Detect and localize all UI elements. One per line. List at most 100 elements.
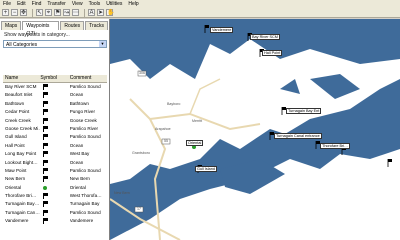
waypoint-comment: West Bay [69, 151, 90, 157]
column-name[interactable]: Name [3, 75, 40, 82]
table-row[interactable]: Turnagain Bay… Turnagain Bay [3, 200, 107, 208]
column-comment[interactable]: Comment [70, 75, 107, 82]
table-row[interactable]: Bay River SCM Pamlico Sound [3, 83, 107, 91]
menu-utilities[interactable]: Utilities [103, 1, 125, 7]
table-row[interactable]: Bathtown Bathtown [3, 100, 107, 108]
water-body [110, 79, 400, 240]
table-row[interactable]: Beaufort Inlet Ocean [3, 91, 107, 99]
menu-bar: File Edit Find Transfer View Tools Utili… [0, 0, 400, 8]
waypoint-comment: Pamlico Sound [69, 209, 101, 215]
map-waypoint-label[interactable]: Gull Island [195, 166, 217, 172]
waypoints-panel: Maps Waypoints (17) Routes Tracks Show w… [0, 19, 110, 240]
waypoint-symbol [40, 117, 69, 125]
toolbar-separator [84, 8, 85, 17]
waypoint-name: Hall Point [5, 142, 25, 148]
water-body [280, 79, 300, 94]
measure-icon[interactable]: ⌖ [45, 9, 52, 16]
menu-tools[interactable]: Tools [86, 1, 104, 7]
toolbar: + − ✥ ↖ ⌖ ⚑ ↝ ⋯ A ➤ ✋ [0, 8, 400, 18]
waypoint-icon[interactable]: ⚑ [54, 9, 61, 16]
waypoint-comment: Pamlico Sound [69, 84, 101, 89]
pointer-icon[interactable]: ➤ [97, 9, 104, 16]
waypoint-symbol [40, 133, 69, 141]
waypoint-name: Gull Island [5, 134, 27, 140]
flag-icon [43, 134, 49, 141]
tab-routes[interactable]: Routes [60, 21, 85, 30]
route-shield-label: 306 [139, 71, 145, 75]
table-row[interactable]: Gull Island Pamlico Sound [3, 133, 107, 141]
waypoint-name: Thorofare Bri… [5, 193, 37, 199]
map-waypoint-label[interactable]: Vandemere [210, 27, 234, 33]
track-icon[interactable]: ⋯ [72, 9, 79, 16]
menu-transfer[interactable]: Transfer [44, 1, 68, 7]
column-symbol[interactable]: Symbol [40, 75, 69, 82]
map-view[interactable]: Bay River SCM Vandemere Hall Point Turna… [110, 19, 400, 240]
zoom-in-icon[interactable]: + [2, 9, 9, 16]
waypoint-symbol [40, 100, 69, 108]
text-icon[interactable]: A [88, 9, 95, 16]
waypoint-comment: New Bern [69, 176, 90, 182]
waypoint-symbol [40, 175, 69, 183]
map-waypoint-label[interactable]: Oriental [186, 140, 204, 146]
town-label: New Bern [114, 191, 130, 195]
waypoint-comment: Turnagain Bay [69, 201, 100, 207]
waypoint-symbol [40, 91, 69, 99]
waypoint-symbol [40, 167, 69, 175]
map-waypoint-label[interactable]: Bay River SCM [250, 34, 280, 40]
tab-tracks[interactable]: Tracks [85, 21, 108, 30]
table-row[interactable]: Vandemere Vandemere [3, 217, 107, 225]
map-waypoint-label[interactable]: Hall Point [262, 50, 283, 56]
menu-help[interactable]: Help [125, 1, 141, 7]
table-row[interactable]: Long Bay Point West Bay [3, 150, 107, 158]
map-canvas[interactable] [110, 19, 400, 240]
table-row[interactable]: Oriental Oriental [3, 184, 107, 192]
route-shield-label: 17 [137, 207, 141, 211]
tab-maps[interactable]: Maps [1, 21, 22, 30]
flag-icon [43, 151, 49, 158]
tab-waypoints[interactable]: Waypoints (17) [22, 21, 60, 37]
road [189, 78, 221, 115]
table-row[interactable]: New Bern New Bern [3, 175, 107, 183]
map-waypoint-label[interactable]: Turnagain Canal entrance [274, 133, 322, 139]
waypoint-name: Creek Creek [5, 117, 31, 123]
waypoint-comment: Bathtown [69, 100, 89, 106]
pan-icon[interactable]: ✥ [20, 9, 27, 16]
map-waypoint-label[interactable]: Turnagain Bay Ent [286, 108, 322, 114]
menu-find[interactable]: Find [29, 1, 45, 7]
zoom-out-icon[interactable]: − [11, 9, 18, 16]
table-row[interactable]: Thorofare Bri… West Thorofa… [3, 192, 107, 200]
map-waypoint-label[interactable]: Thorofare Bri… [320, 143, 350, 149]
waypoint-name: Lookout Bight… [5, 159, 38, 165]
flag-icon [43, 176, 49, 183]
menu-edit[interactable]: Edit [14, 1, 29, 7]
table-row[interactable]: Creek Creek Goose Creek [3, 117, 107, 125]
category-value: All Categories [6, 42, 38, 48]
menu-view[interactable]: View [69, 1, 86, 7]
select-icon[interactable]: ↖ [36, 9, 43, 16]
waypoint-name: Maw Point [5, 167, 27, 173]
waypoint-symbol [40, 192, 69, 200]
flag-icon [43, 142, 49, 149]
waypoint-comment: Ocean [69, 159, 84, 165]
waypoint-comment: Pamlico Sound [69, 167, 101, 173]
table-row[interactable]: Maw Point Pamlico Sound [3, 167, 107, 175]
table-row[interactable]: Lookout Bight… Ocean [3, 159, 107, 167]
green-dot-icon [43, 185, 48, 190]
waypoint-symbol [40, 200, 69, 208]
table-row[interactable]: Turnagain Can… Pamlico Sound [3, 209, 107, 217]
flag-icon [43, 117, 49, 124]
waypoint-comment: West Thorofa… [69, 193, 102, 199]
hand-icon[interactable]: ✋ [106, 9, 114, 16]
table-row[interactable]: Cedar Point Pungo River [3, 108, 107, 116]
category-select[interactable]: All Categories ▼ [3, 40, 107, 48]
town-label: Merritt [192, 119, 203, 123]
route-icon[interactable]: ↝ [63, 9, 70, 16]
chevron-down-icon[interactable]: ▼ [99, 41, 106, 47]
menu-file[interactable]: File [0, 1, 14, 7]
waypoint-comment: Vandemere [69, 218, 94, 224]
waypoint-name: Long Bay Point [5, 151, 37, 157]
waypoint-name: Goose Creek Mi… [5, 125, 41, 131]
table-row[interactable]: Goose Creek Mi… Pamlico River [3, 125, 107, 133]
table-row[interactable]: Hall Point Ocean [3, 142, 107, 150]
waypoint-table: Bay River SCM Pamlico Sound Beaufort Inlet… [3, 83, 107, 226]
